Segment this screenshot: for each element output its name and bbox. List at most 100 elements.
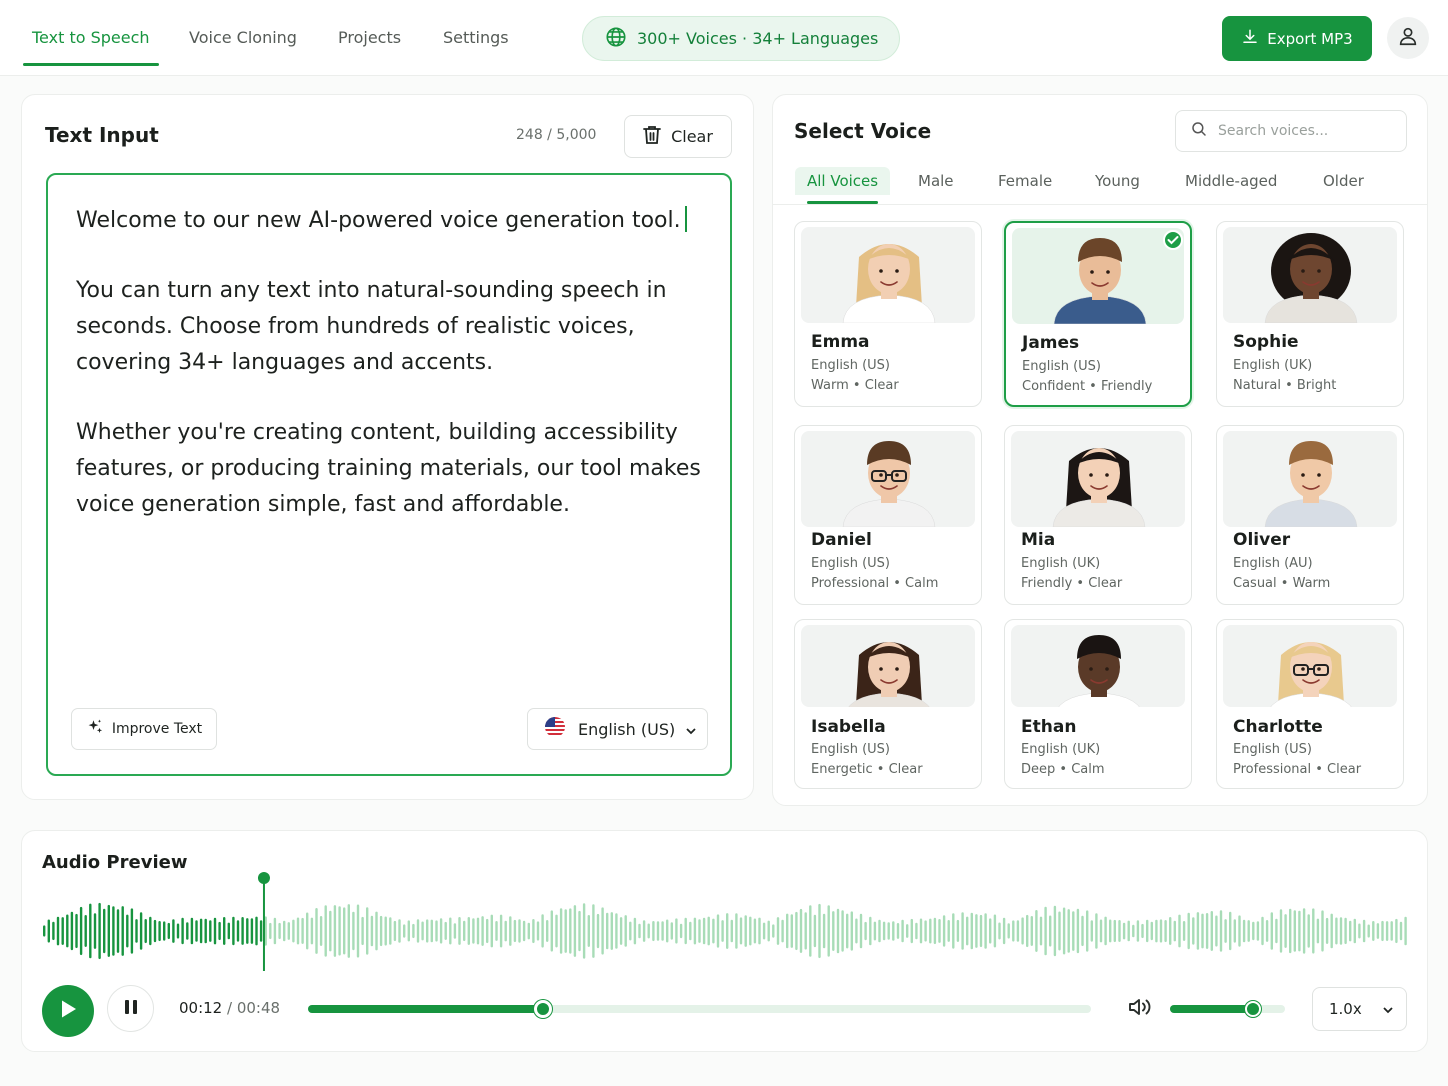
filter-female[interactable]: Female [998, 172, 1052, 190]
waveform-bar [1164, 920, 1167, 943]
waveform-bar [1219, 910, 1223, 952]
waveform-bar [933, 917, 937, 945]
waveform-bar [1058, 911, 1061, 951]
tab-settings[interactable]: Settings [443, 0, 509, 76]
volume-handle[interactable] [1244, 1001, 1261, 1017]
waveform-bar [555, 914, 558, 948]
user-account-button[interactable] [1387, 17, 1429, 59]
waveform-bar [1298, 910, 1301, 952]
waveform-bar [615, 913, 618, 949]
volume-slider[interactable] [1170, 1001, 1285, 1017]
improve-text-button[interactable]: Improve Text [71, 708, 217, 750]
voice-card-james[interactable]: James English (US) Confident • Friendly [1004, 221, 1192, 407]
waveform-bar [938, 919, 941, 943]
waveform-bar [1279, 909, 1283, 953]
playhead-handle[interactable] [257, 872, 270, 884]
waveform-bar [1039, 916, 1043, 946]
waveform-bar [846, 913, 849, 949]
editor-content[interactable]: Welcome to our new AI-powered voice gene… [76, 203, 716, 557]
voice-card-daniel[interactable]: Daniel English (US) Professional • Calm [794, 425, 982, 605]
waveform-bar [1210, 911, 1213, 951]
waveform-bar [103, 908, 106, 954]
waveform-bar [1104, 916, 1107, 946]
waveform-bar [1081, 915, 1084, 947]
voice-name: Isabella [811, 717, 886, 737]
voice-card-charlotte[interactable]: Charlotte English (US) Professional • Cl… [1216, 619, 1404, 789]
voice-name: James [1022, 333, 1080, 353]
voice-portrait [1011, 431, 1185, 527]
waveform-bar [795, 911, 798, 951]
play-button[interactable] [42, 985, 94, 1037]
waveform-bar [822, 913, 826, 949]
volume-icon[interactable] [1127, 995, 1153, 1023]
waveform-bar [1302, 908, 1306, 954]
waveform-bar [269, 922, 272, 940]
waveform-bar [1035, 910, 1038, 952]
waveform-bar [1381, 920, 1384, 942]
language-select[interactable]: English (US) [527, 708, 708, 750]
export-mp3-button[interactable]: Export MP3 [1222, 16, 1372, 61]
waveform-bar [721, 920, 724, 942]
filter-middle-aged[interactable]: Middle-aged [1185, 172, 1277, 190]
waveform-bar [1372, 921, 1375, 941]
tab-voice-cloning[interactable]: Voice Cloning [189, 0, 297, 76]
voice-card-isabella[interactable]: Isabella English (US) Energetic • Clear [794, 619, 982, 789]
waveform-bar [319, 916, 323, 946]
waveform-bar [1261, 916, 1264, 946]
clear-button[interactable]: Clear [624, 115, 732, 158]
audio-waveform[interactable] [42, 871, 1408, 975]
waveform-bar [366, 907, 369, 955]
waveform-bar [772, 924, 775, 938]
filter-young[interactable]: Young [1095, 172, 1140, 190]
waveform-bar [1095, 913, 1098, 949]
voice-card-oliver[interactable]: Oliver English (AU) Casual • Warm [1216, 425, 1404, 605]
filter-male[interactable]: Male [918, 172, 954, 190]
waveform-bar [199, 918, 203, 944]
waveform-bar [993, 914, 997, 948]
waveform-bar [827, 905, 830, 957]
waveform-bar [979, 914, 983, 948]
voice-card-ethan[interactable]: Ethan English (UK) Deep • Calm [1004, 619, 1192, 789]
waveform-bar [463, 920, 466, 942]
waveform-bar [333, 905, 337, 957]
waveform-bar [1362, 919, 1366, 943]
voice-card-emma[interactable]: Emma English (US) Warm • Clear [794, 221, 982, 407]
waveform-bar [218, 921, 221, 941]
waveform-bar [536, 921, 540, 941]
waveform-bar [361, 916, 364, 946]
filter-older[interactable]: Older [1323, 172, 1364, 190]
select-voice-title: Select Voice [794, 119, 932, 143]
progress-handle[interactable] [533, 1000, 552, 1018]
playback-speed-select[interactable]: 1.0x [1312, 987, 1407, 1031]
filter-all-voices[interactable]: All Voices [795, 167, 891, 204]
voice-tags: Warm • Clear [811, 378, 899, 393]
waveform-bar [1099, 919, 1103, 943]
waveform-bar [587, 915, 590, 947]
pause-button[interactable] [107, 985, 154, 1032]
waveform-bar [1007, 923, 1010, 939]
voice-search[interactable] [1175, 110, 1407, 152]
tab-projects[interactable]: Projects [338, 0, 401, 76]
tab-text-to-speech[interactable]: Text to Speech [23, 0, 159, 76]
playback-progress-slider[interactable] [308, 1000, 1091, 1018]
waveform-bar [384, 916, 387, 946]
voice-name: Ethan [1021, 717, 1077, 737]
waveform-bar [79, 906, 83, 956]
waveform-bar [739, 917, 743, 945]
search-voices-input[interactable] [1218, 123, 1398, 139]
pause-icon [124, 999, 138, 1019]
voice-card-sophie[interactable]: Sophie English (UK) Natural • Bright [1216, 221, 1404, 407]
waveform-bar [744, 915, 747, 947]
voice-language: English (US) [811, 556, 890, 571]
text-editor[interactable]: Welcome to our new AI-powered voice gene… [46, 173, 732, 776]
voice-tags: Friendly • Clear [1021, 576, 1123, 591]
waveform-bar [1404, 916, 1407, 946]
voice-card-mia[interactable]: Mia English (UK) Friendly • Clear [1004, 425, 1192, 605]
waveform-bar [403, 924, 406, 938]
waveform-bar [338, 906, 341, 956]
waveform-bar [642, 920, 646, 942]
progress-fill [308, 1005, 543, 1013]
waveform-bar [278, 922, 281, 940]
waveform-bar [1399, 921, 1403, 941]
waveform-bar [569, 908, 572, 954]
